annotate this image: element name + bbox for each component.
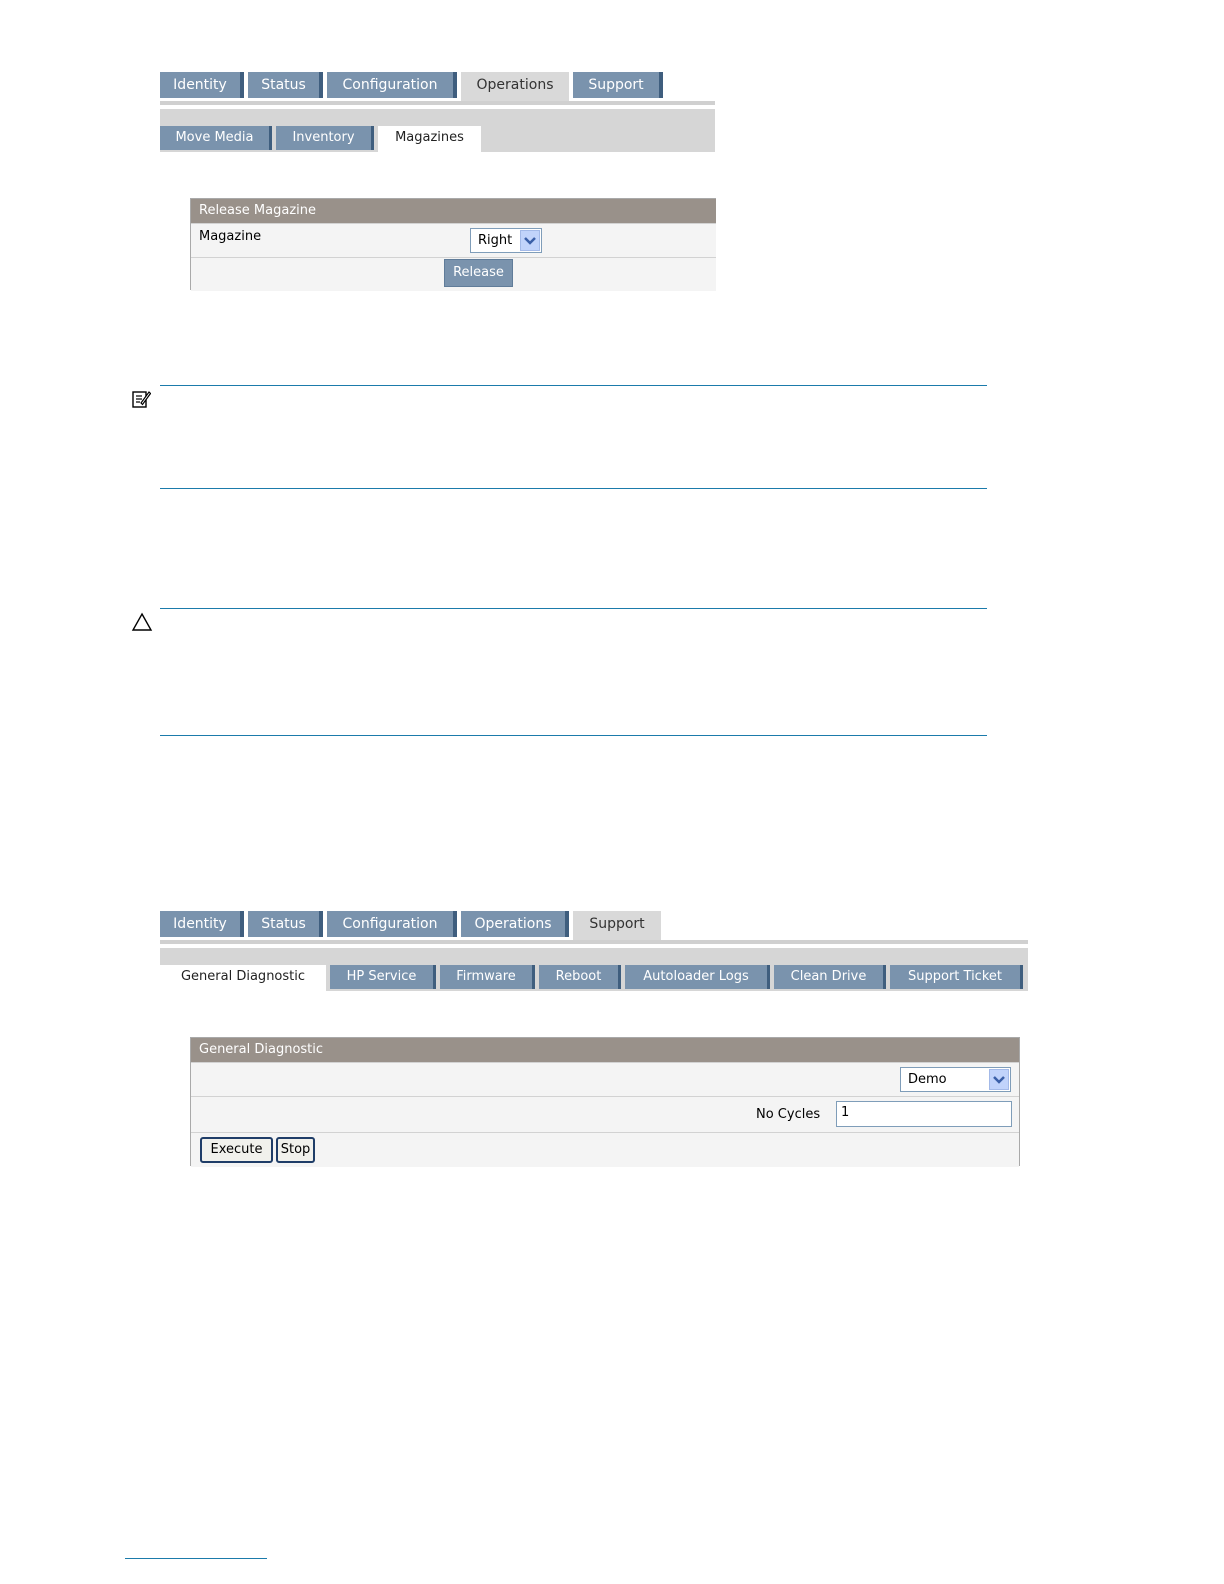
execute-button[interactable]: Execute [200,1137,273,1163]
tab-underline [160,101,715,105]
panel-title: Release Magazine [191,199,716,223]
caution-icon [131,612,153,632]
magazine-label: Magazine [199,229,262,244]
subtab-magazines[interactable]: Magazines [378,126,481,152]
actions-row: Execute Stop [191,1132,1019,1167]
subtab-move-media[interactable]: Move Media [160,126,272,150]
magazine-select[interactable]: Right [470,228,542,253]
diagnostic-test-select[interactable]: Demo [900,1067,1011,1092]
tab-support[interactable]: Support [573,911,661,941]
cycles-input[interactable]: 1 [836,1101,1012,1127]
caution-rule-bottom [160,735,987,736]
note-icon [131,389,152,409]
release-magazine-panel: Release Magazine Magazine Right Release [190,198,716,291]
tab-configuration[interactable]: Configuration [327,911,457,937]
tab-operations[interactable]: Operations [461,911,569,937]
general-diagnostic-panel: General Diagnostic Demo No Cycles 1 Exec… [190,1037,1020,1167]
caution-rule-top [160,608,987,609]
main-tabbar-2: Identity Status Configuration Operations… [160,911,1028,991]
subtab-support-ticket[interactable]: Support Ticket [890,965,1023,989]
tab-operations[interactable]: Operations [461,72,569,102]
tab-support[interactable]: Support [573,72,663,98]
subtab-inventory[interactable]: Inventory [276,126,374,150]
release-row: Release [191,257,716,291]
tab-identity[interactable]: Identity [160,911,244,937]
magazine-select-value: Right [478,233,513,248]
tab-status[interactable]: Status [248,72,323,98]
cycles-label: No Cycles [756,1107,821,1122]
release-button[interactable]: Release [444,259,513,287]
subtab-autoloader-logs[interactable]: Autoloader Logs [625,965,770,989]
tab-underline [160,940,1028,944]
panel-title: General Diagnostic [191,1038,1019,1062]
cycles-row: No Cycles 1 [191,1096,1019,1132]
subtab-hp-service[interactable]: HP Service [330,965,436,989]
subtab-clean-drive[interactable]: Clean Drive [774,965,886,989]
tab-configuration[interactable]: Configuration [327,72,457,98]
note-rule-bottom [160,488,987,489]
subtab-general-diagnostic[interactable]: General Diagnostic [160,965,326,991]
magazine-row: Magazine Right [191,223,716,257]
stop-button[interactable]: Stop [276,1137,315,1163]
subtab-reboot[interactable]: Reboot [539,965,621,989]
chevron-down-icon[interactable] [989,1069,1009,1090]
chevron-down-icon[interactable] [520,230,540,251]
diagnostic-test-value: Demo [908,1072,947,1087]
tab-status[interactable]: Status [248,911,323,937]
tab-identity[interactable]: Identity [160,72,244,98]
subtab-bar: Move Media Inventory Magazines [160,109,715,152]
subtab-bar: General Diagnostic HP Service Firmware R… [160,948,1028,991]
test-select-row: Demo [191,1062,1019,1096]
note-rule-top [160,385,987,386]
subtab-firmware[interactable]: Firmware [440,965,535,989]
footnote-rule [125,1558,267,1559]
main-tabbar-1: Identity Status Configuration Operations… [160,72,715,152]
